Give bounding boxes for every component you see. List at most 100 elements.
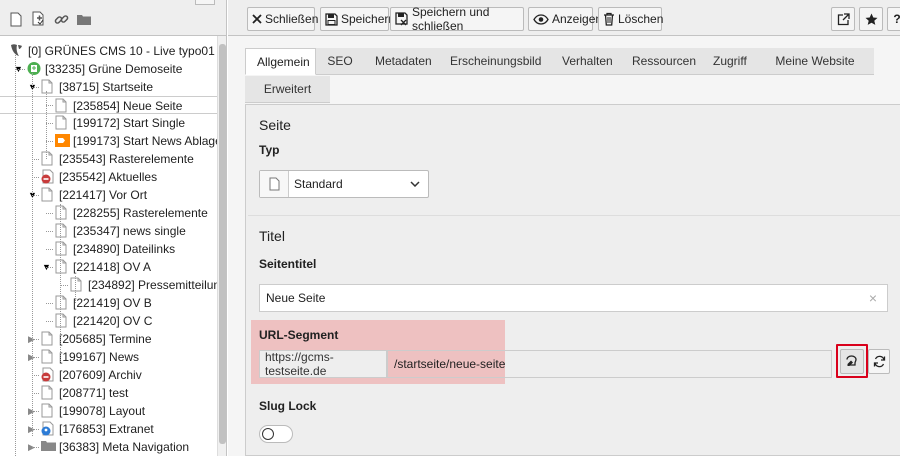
- typo3-logo-icon[interactable]: [10, 43, 23, 59]
- tree-node[interactable]: [235347] news single: [0, 222, 226, 240]
- page-hidden-icon[interactable]: [41, 367, 54, 383]
- page-icon[interactable]: [55, 313, 68, 329]
- page-icon[interactable]: [55, 115, 68, 131]
- tree-node[interactable]: [221420] OV C: [0, 312, 226, 330]
- tab-allgemein[interactable]: Allgemein: [245, 48, 316, 75]
- tree-node[interactable]: ▼ [33235] Grüne Demoseite: [0, 60, 226, 78]
- tree-node[interactable]: [221419] OV B: [0, 294, 226, 312]
- tree-connector: [32, 87, 39, 88]
- view-button[interactable]: Anzeigen: [528, 7, 602, 31]
- slug-edit-icon: [845, 354, 859, 369]
- edit-form-panel: Schließen Speichern Speichern und schlie…: [228, 0, 900, 456]
- recalculate-slug-button[interactable]: [868, 349, 890, 374]
- page-icon[interactable]: [55, 98, 68, 114]
- new-page-icon[interactable]: [8, 11, 24, 27]
- panel-resize-handle[interactable]: [195, 0, 215, 5]
- tree-node-label[interactable]: [176853] Extranet: [59, 420, 154, 438]
- tab-ressourcen[interactable]: Ressourcen: [621, 48, 702, 75]
- tree-node[interactable]: [234892] Pressemitteilungen: [0, 276, 226, 294]
- slug-lock-label: Slug Lock: [259, 399, 317, 413]
- page-hidden-icon[interactable]: [41, 169, 54, 185]
- star-icon: [864, 12, 878, 26]
- tree-node-label[interactable]: [208771] test: [59, 384, 128, 402]
- tree-node-label[interactable]: [199167] News: [59, 348, 139, 366]
- tree-node-label[interactable]: [33235] Grüne Demoseite: [45, 60, 182, 78]
- page-restricted-icon[interactable]: [41, 421, 54, 437]
- page-icon[interactable]: [41, 187, 54, 203]
- tab-verhalten[interactable]: Verhalten: [551, 48, 621, 75]
- tree-connector: [32, 195, 39, 196]
- bookmark-button[interactable]: [859, 7, 883, 31]
- tree-node-label[interactable]: [221418] OV A: [73, 258, 151, 276]
- tree-node-label[interactable]: [235347] news single: [73, 222, 186, 240]
- tree-node[interactable]: [199172] Start Single: [0, 114, 226, 132]
- tree-node-label[interactable]: [235854] Neue Seite: [73, 97, 182, 115]
- page-icon[interactable]: [41, 79, 54, 95]
- help-button[interactable]: ?: [887, 7, 900, 31]
- delete-button[interactable]: Löschen: [598, 7, 663, 31]
- folder-icon[interactable]: [41, 439, 56, 455]
- new-page-plus-icon[interactable]: [31, 11, 47, 27]
- tree-node[interactable]: [234890] Dateilinks: [0, 240, 226, 258]
- page-icon[interactable]: [41, 403, 54, 419]
- page-type-icon: [260, 171, 289, 197]
- tree-node-label[interactable]: [228255] Rasterelemente: [73, 204, 208, 222]
- save-button[interactable]: Speichern: [320, 7, 395, 31]
- site-root-icon[interactable]: [27, 61, 41, 77]
- tree-node-label[interactable]: [199173] Start News Ablage: [73, 132, 222, 150]
- tree-node-label[interactable]: [221419] OV B: [73, 294, 152, 312]
- tree-connector: [46, 141, 53, 142]
- tree-scrollbar-thumb[interactable]: [219, 44, 226, 444]
- folder-icon[interactable]: [76, 11, 92, 27]
- save-icon: [325, 12, 338, 26]
- save-and-close-button[interactable]: Speichern und schließen: [390, 5, 524, 33]
- page-icon[interactable]: [55, 205, 68, 221]
- open-in-new-window-button[interactable]: [831, 7, 855, 31]
- tree-node-label[interactable]: [207609] Archiv: [59, 366, 142, 384]
- tree-node[interactable]: [0] GRÜNES CMS 10 - Live typo01: [0, 42, 226, 60]
- tab-erscheinungsbild[interactable]: Erscheinungsbild: [439, 48, 551, 75]
- page-icon[interactable]: [41, 331, 54, 347]
- page-icon[interactable]: [41, 349, 54, 365]
- page-icon[interactable]: [55, 259, 68, 275]
- tree-node-label[interactable]: [199172] Start Single: [73, 114, 185, 132]
- tree-node[interactable]: ▼ [221418] OV A: [0, 258, 226, 276]
- close-button[interactable]: Schließen: [247, 7, 318, 31]
- tab-meine-website[interactable]: Meine Website: [756, 48, 874, 75]
- news-folder-icon[interactable]: [55, 133, 70, 149]
- tree-node-label[interactable]: [221420] OV C: [73, 312, 152, 330]
- toggle-slug-edit-button[interactable]: [840, 349, 864, 374]
- type-select[interactable]: Standard: [259, 170, 429, 198]
- tree-node-label[interactable]: [199078] Layout: [59, 402, 145, 420]
- page-icon[interactable]: [55, 295, 68, 311]
- tree-node-label[interactable]: [0] GRÜNES CMS 10 - Live typo01: [28, 42, 215, 60]
- tree-node[interactable]: [199173] Start News Ablage: [0, 132, 226, 150]
- page-title-input[interactable]: Neue Seite ×: [259, 284, 888, 312]
- tree-connector: [46, 321, 53, 322]
- tree-node-label[interactable]: [205685] Termine: [59, 330, 152, 348]
- page-icon[interactable]: [41, 151, 54, 167]
- slug-lock-toggle[interactable]: [259, 425, 293, 443]
- tree-node-label[interactable]: [36383] Meta Navigation: [59, 438, 189, 456]
- tree-node-label[interactable]: [235542] Aktuelles: [59, 168, 157, 186]
- page-icon[interactable]: [55, 223, 68, 239]
- tree-node[interactable]: [228255] Rasterelemente: [0, 204, 226, 222]
- tab-metadaten[interactable]: Metadaten: [364, 48, 439, 75]
- tree-node-label[interactable]: [38715] Startseite: [59, 78, 153, 96]
- page-icon[interactable]: [55, 241, 68, 257]
- tree-connector: [60, 204, 61, 364]
- page-icon[interactable]: [70, 277, 83, 293]
- page-icon[interactable]: [41, 385, 54, 401]
- tab-seo[interactable]: SEO: [316, 48, 364, 75]
- tree-scrollbar[interactable]: [217, 36, 226, 456]
- link-icon[interactable]: [53, 11, 69, 27]
- tab-erweitert[interactable]: Erweitert: [245, 76, 330, 103]
- url-slug-input[interactable]: /startseite/neue-seite: [387, 350, 832, 378]
- tab-zugriff[interactable]: Zugriff: [702, 48, 756, 75]
- tree-node-label[interactable]: [234892] Pressemitteilungen: [88, 276, 226, 294]
- tree-node-label[interactable]: [234890] Dateilinks: [73, 240, 175, 258]
- tree-node-label[interactable]: [235543] Rasterelemente: [59, 150, 194, 168]
- section-title-page: Seite: [259, 117, 291, 133]
- tree-node-label[interactable]: [221417] Vor Ort: [59, 186, 147, 204]
- clear-icon[interactable]: ×: [869, 291, 877, 305]
